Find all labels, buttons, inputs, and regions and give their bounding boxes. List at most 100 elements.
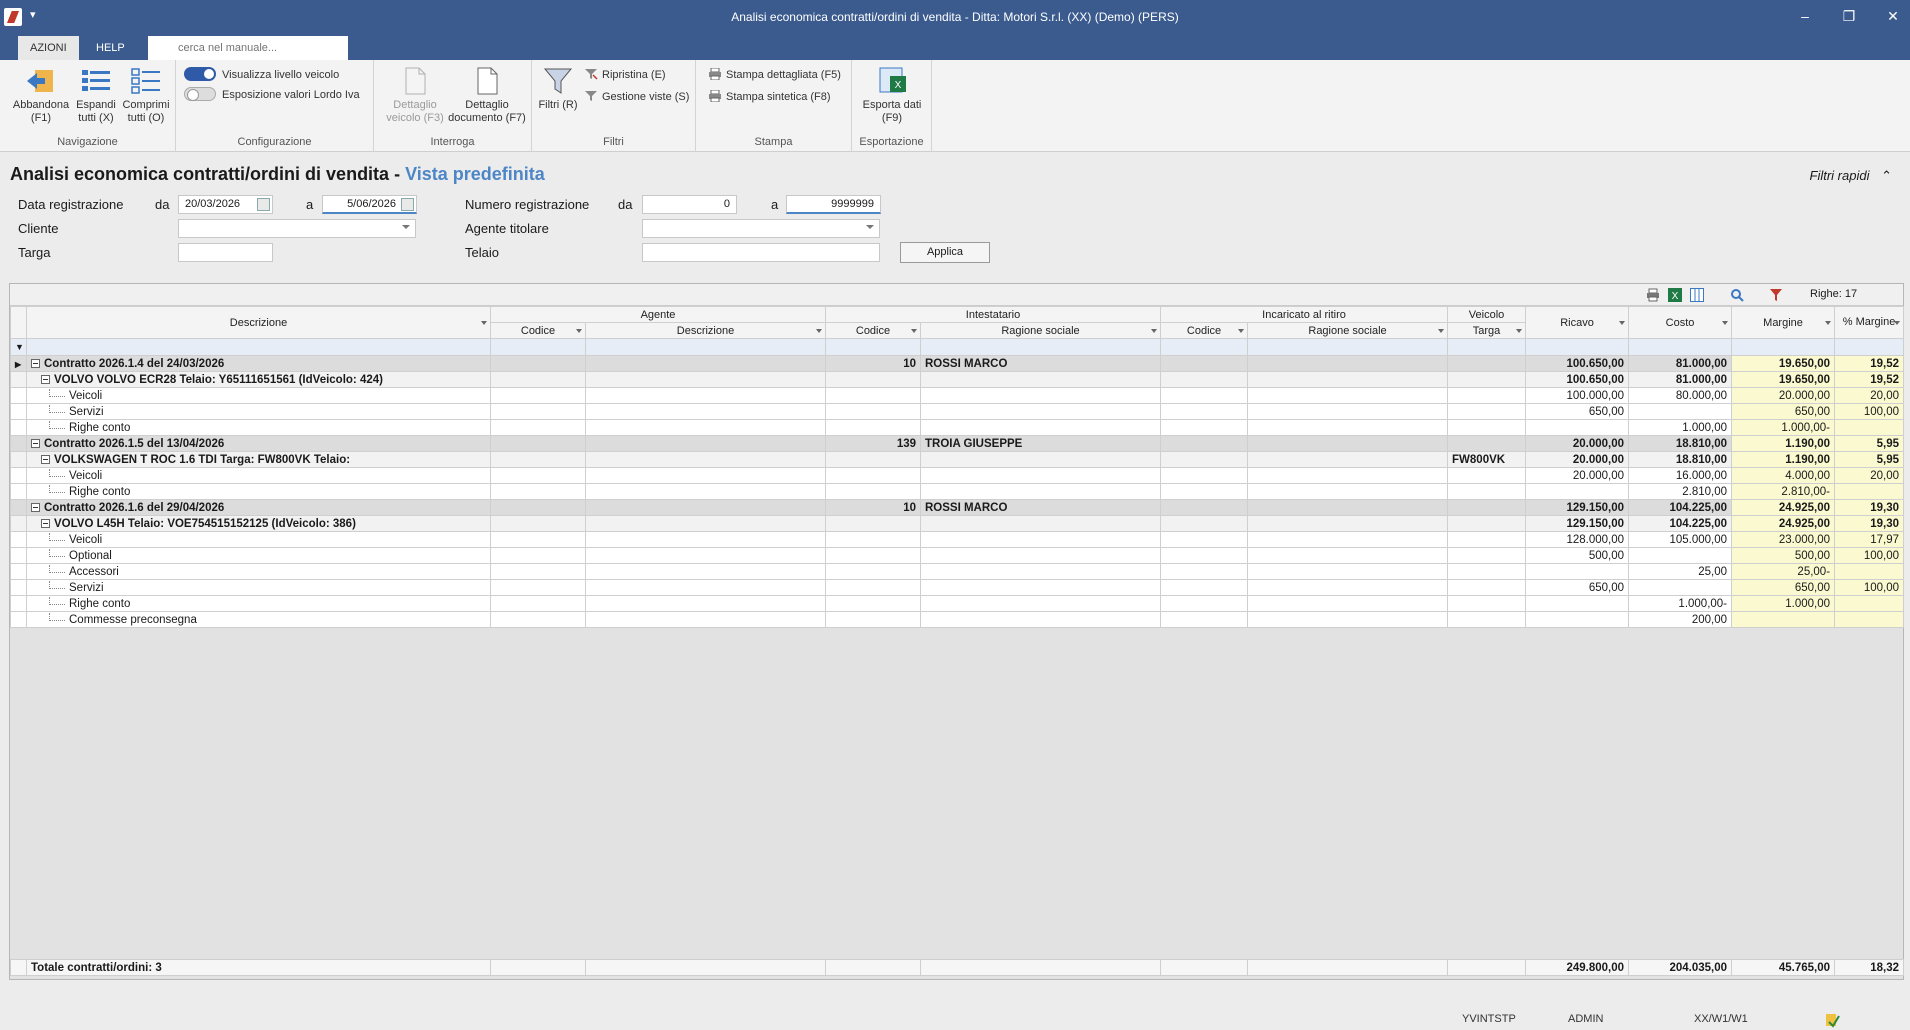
- collapse-icon[interactable]: [31, 502, 40, 512]
- data-to-field[interactable]: 5/06/2026: [322, 195, 417, 214]
- column-menu-icon[interactable]: [576, 328, 582, 333]
- minimize-icon[interactable]: –: [1790, 6, 1820, 26]
- detail-row[interactable]: Accessori 25,00 25,00-: [10, 563, 1905, 580]
- filter-cell[interactable]: [1731, 338, 1836, 356]
- filter-cell[interactable]: [825, 338, 921, 356]
- espandi-tutti-button[interactable]: Espandi tutti (X): [72, 66, 120, 125]
- filter-cell[interactable]: [490, 338, 586, 356]
- col-agente-codice[interactable]: Codice: [490, 322, 586, 339]
- column-menu-icon[interactable]: [1438, 328, 1445, 333]
- filter-cell[interactable]: [1160, 338, 1249, 356]
- agente-titolare-select[interactable]: [642, 219, 880, 238]
- cliente-select[interactable]: [178, 219, 416, 238]
- contract-row[interactable]: Contratto 2026.1.5 del 13/04/2026 139 TROI…: [10, 435, 1905, 452]
- col-costo[interactable]: Costo: [1628, 306, 1733, 339]
- num-from-field[interactable]: 0: [642, 195, 737, 214]
- collapse-icon[interactable]: [41, 454, 50, 464]
- calendar-icon[interactable]: [401, 198, 414, 211]
- filter-clear-icon[interactable]: [1770, 288, 1784, 302]
- columns-icon[interactable]: [1690, 288, 1704, 302]
- filter-cell[interactable]: [1628, 338, 1733, 356]
- group-interroga: Dettaglio veicolo (F3) Dettaglio documen…: [374, 60, 532, 152]
- col-perc-margine[interactable]: % Margine: [1834, 306, 1905, 339]
- dettaglio-documento-button[interactable]: Dettaglio documento (F7): [446, 66, 528, 125]
- print-grid-icon[interactable]: [1646, 288, 1660, 302]
- column-menu-icon[interactable]: [1516, 328, 1523, 333]
- col-descrizione[interactable]: Descrizione: [26, 306, 491, 339]
- detail-row[interactable]: Optional 500,00 500,00 100,00: [10, 547, 1905, 564]
- comprimi-tutti-button[interactable]: Comprimi tutti (O): [120, 66, 172, 125]
- column-menu-icon[interactable]: [1894, 320, 1901, 325]
- collapse-icon[interactable]: [31, 438, 40, 448]
- quick-filters-toggle[interactable]: Filtri rapidi ⌃: [1810, 168, 1893, 184]
- gestione-viste-button[interactable]: Gestione viste (S): [584, 88, 689, 106]
- col-agente-descrizione[interactable]: Descrizione: [585, 322, 826, 339]
- col-incaricato-ragione[interactable]: Ragione sociale: [1247, 322, 1449, 339]
- filter-cell[interactable]: [1834, 338, 1905, 356]
- abbandona-button[interactable]: Abbandona (F1): [8, 66, 74, 125]
- vehicle-row[interactable]: VOLKSWAGEN T ROC 1.6 TDI Targa: FW800VK …: [10, 451, 1905, 468]
- vehicle-row[interactable]: VOLVO VOLVO ECR28 Telaio: Y65111651561 (…: [10, 371, 1905, 388]
- detail-row[interactable]: Righe conto 1.000,00 1.000,00-: [10, 419, 1905, 436]
- visualizza-livello-veicolo-toggle[interactable]: Visualizza livello veicolo: [184, 66, 339, 84]
- tab-help[interactable]: HELP: [84, 36, 137, 60]
- detail-row[interactable]: Righe conto 1.000,00- 1.000,00: [10, 595, 1905, 612]
- manual-search-input[interactable]: [148, 36, 348, 60]
- col-margine[interactable]: Margine: [1731, 306, 1836, 339]
- ripristina-button[interactable]: Ripristina (E): [584, 66, 666, 84]
- dettaglio-veicolo-button[interactable]: Dettaglio veicolo (F3): [380, 66, 450, 125]
- col-intestatario-ragione[interactable]: Ragione sociale: [919, 322, 1162, 339]
- column-menu-icon[interactable]: [481, 320, 487, 325]
- stampa-sintetica-button[interactable]: Stampa sintetica (F8): [708, 88, 831, 106]
- filter-cell[interactable]: [1525, 338, 1630, 356]
- col-ricavo[interactable]: Ricavo: [1525, 306, 1630, 339]
- data-from-field[interactable]: 20/03/2026: [178, 195, 273, 214]
- col-intestatario-codice[interactable]: Codice: [825, 322, 921, 339]
- filter-cell[interactable]: [1247, 338, 1449, 356]
- stampa-dettagliata-button[interactable]: Stampa dettagliata (F5): [708, 66, 841, 84]
- applica-button[interactable]: Applica: [900, 242, 990, 263]
- filter-row[interactable]: ▼: [10, 338, 1905, 356]
- collapse-icon[interactable]: [31, 358, 40, 368]
- esposizione-lordo-iva-toggle[interactable]: Esposizione valori Lordo Iva: [184, 86, 360, 104]
- search-icon[interactable]: [1730, 288, 1744, 302]
- cell-targa: FW800VK: [1447, 451, 1527, 468]
- column-menu-icon[interactable]: [1238, 328, 1245, 333]
- detail-row[interactable]: Veicoli 128.000,00 105.000,00 23.000,00 17,9…: [10, 531, 1905, 548]
- contract-row[interactable]: ▶ Contratto 2026.1.4 del 24/03/2026 10 ROSS…: [10, 355, 1905, 372]
- targa-input[interactable]: [178, 243, 273, 262]
- detail-row[interactable]: Righe conto 2.810,00 2.810,00-: [10, 483, 1905, 500]
- collapse-icon[interactable]: [41, 374, 50, 384]
- detail-row[interactable]: Veicoli 20.000,00 16.000,00 4.000,00 20,00: [10, 467, 1905, 484]
- filter-cell[interactable]: [919, 338, 1162, 356]
- calendar-icon[interactable]: [257, 198, 270, 211]
- filter-cell[interactable]: [1447, 338, 1527, 356]
- col-incaricato-codice[interactable]: Codice: [1160, 322, 1249, 339]
- close-icon[interactable]: ✕: [1878, 6, 1908, 26]
- column-menu-icon[interactable]: [1619, 320, 1626, 325]
- collapse-icon[interactable]: [41, 518, 50, 528]
- column-menu-icon[interactable]: [1722, 320, 1729, 325]
- column-menu-icon[interactable]: [816, 328, 822, 333]
- detail-row[interactable]: Veicoli 100.000,00 80.000,00 20.000,00 20,00: [10, 387, 1905, 404]
- cell-agente-codice: [490, 467, 586, 484]
- detail-row[interactable]: Servizi 650,00 650,00 100,00: [10, 403, 1905, 420]
- telaio-input[interactable]: [642, 243, 880, 262]
- detail-row[interactable]: Commesse preconsegna 200,00: [10, 611, 1905, 628]
- vehicle-row[interactable]: VOLVO L45H Telaio: VOE754515152125 (IdVe…: [10, 515, 1905, 532]
- column-menu-icon[interactable]: [1825, 320, 1832, 325]
- tab-azioni[interactable]: AZIONI: [18, 36, 79, 60]
- column-menu-icon[interactable]: [1151, 328, 1158, 333]
- excel-icon[interactable]: X: [1668, 288, 1682, 302]
- filtri-button[interactable]: Filtri (R): [538, 66, 578, 112]
- detail-row[interactable]: Servizi 650,00 650,00 100,00: [10, 579, 1905, 596]
- filter-cell[interactable]: [585, 338, 826, 356]
- column-menu-icon[interactable]: [911, 328, 917, 333]
- filter-cell[interactable]: [26, 338, 491, 356]
- contract-row[interactable]: Contratto 2026.1.6 del 29/04/2026 10 ROSSI…: [10, 499, 1905, 516]
- esporta-dati-button[interactable]: X Esporta dati (F9): [862, 66, 922, 125]
- cell-incaricato-ragione: [1247, 355, 1449, 372]
- num-to-field[interactable]: 9999999: [786, 195, 881, 214]
- maximize-icon[interactable]: ❐: [1834, 6, 1864, 26]
- col-targa[interactable]: Targa: [1447, 322, 1527, 339]
